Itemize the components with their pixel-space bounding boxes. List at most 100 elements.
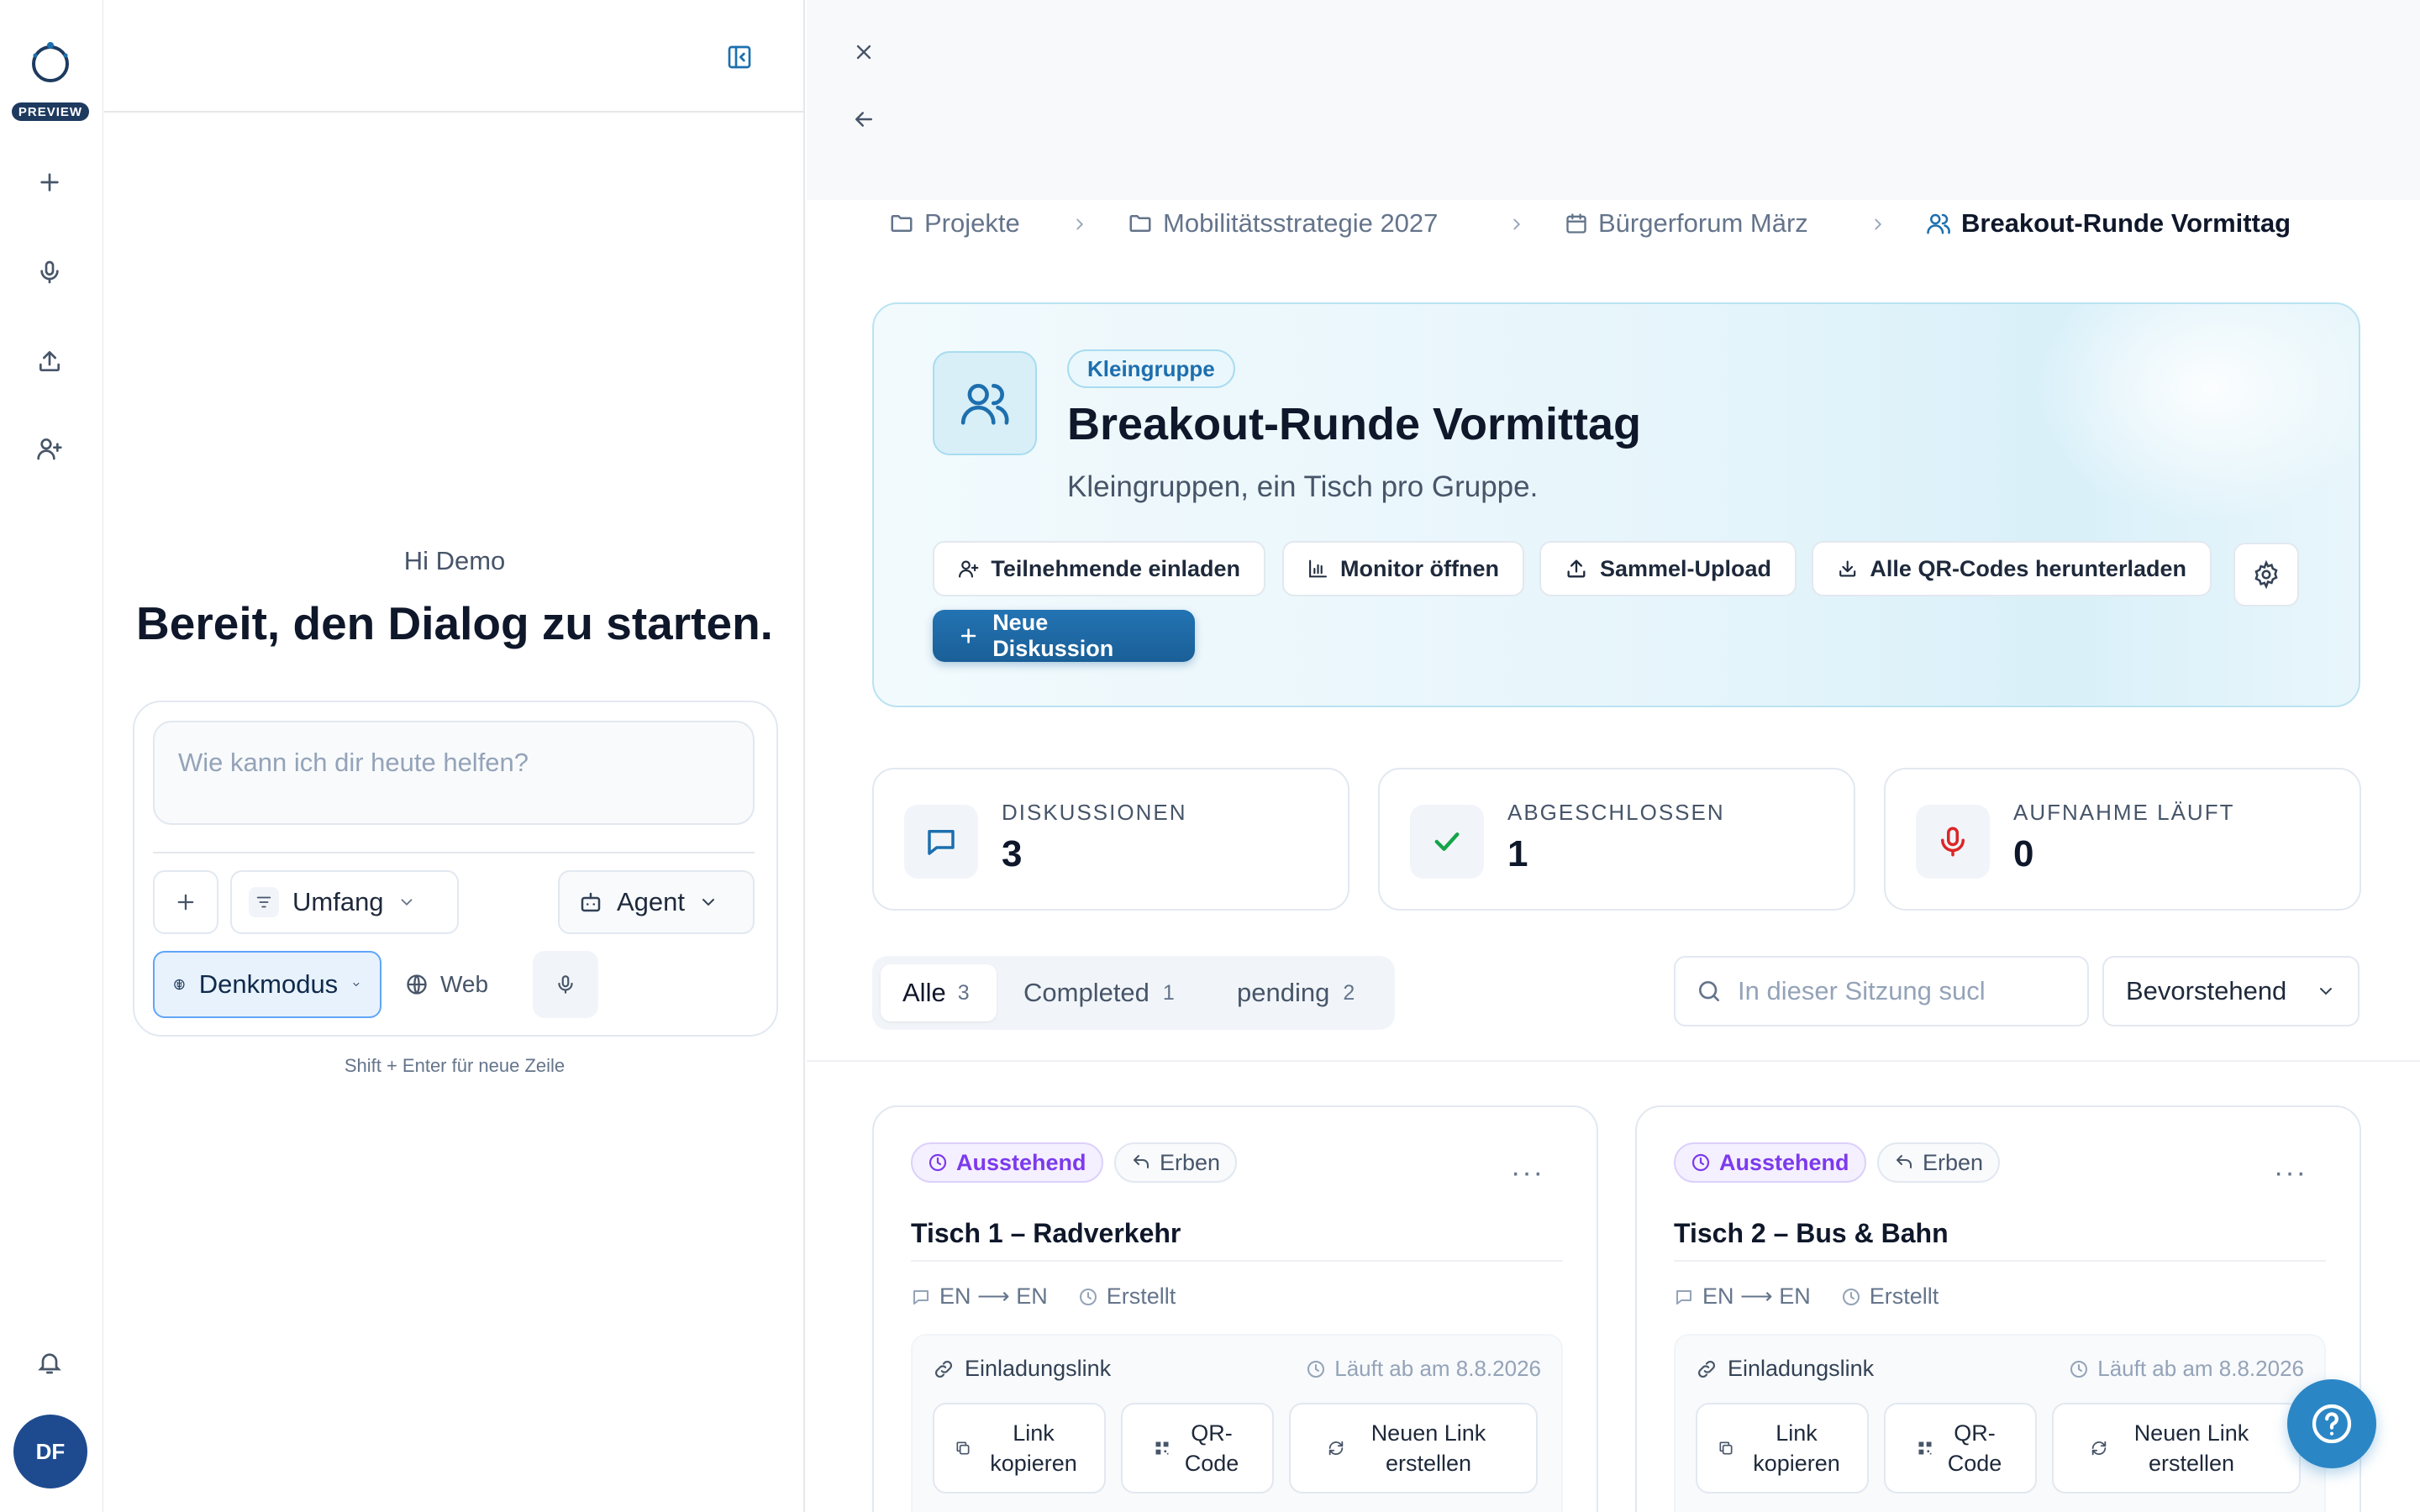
breadcrumb-item-event[interactable]: Bürgerforum März — [1565, 208, 1808, 239]
more-options-button[interactable]: ··· — [2267, 1154, 2314, 1191]
add-user-icon — [959, 560, 979, 578]
app-logo-icon[interactable] — [25, 37, 76, 87]
voice-button[interactable] — [26, 249, 73, 296]
invite-user-button[interactable] — [26, 425, 73, 472]
chat-input[interactable]: Wie kann ich dir heute helfen? — [153, 721, 755, 825]
tab-count: 3 — [957, 980, 970, 1005]
back-button[interactable] — [844, 99, 884, 139]
breadcrumb-label: Mobilitätsstrategie 2027 — [1163, 208, 1439, 238]
button-label: Link kopieren — [1753, 1420, 1840, 1476]
add-user-icon — [37, 438, 62, 460]
chevron-right-icon — [1507, 215, 1526, 234]
tab-completed[interactable]: Completed 1 — [1023, 964, 1175, 1021]
language-pair: EN ⟶ EN — [939, 1284, 1048, 1309]
status-label: Ausstehend — [956, 1149, 1086, 1175]
regenerate-link-button[interactable]: Neuen Link erstellen — [2052, 1403, 2301, 1494]
web-toggle[interactable]: Web — [397, 951, 506, 1018]
link-icon — [1698, 1360, 1715, 1378]
new-chat-button[interactable] — [26, 159, 73, 206]
qr-code-icon — [1155, 1441, 1169, 1455]
copy-link-button[interactable]: Link kopieren — [1696, 1403, 1869, 1494]
clock-icon — [2070, 1360, 2088, 1378]
tab-label: Completed — [1023, 978, 1150, 1007]
bulk-upload-button[interactable]: Sammel-Upload — [1539, 541, 1797, 596]
button-label: Neuen Link erstellen — [2133, 1420, 2249, 1476]
button-label: Sammel-Upload — [1599, 555, 1771, 581]
close-icon — [856, 45, 871, 60]
invite-link-label: Einladungslink — [965, 1356, 1112, 1381]
scope-label: Umfang — [292, 887, 384, 916]
upload-button[interactable] — [26, 338, 73, 385]
globe-icon — [407, 974, 427, 995]
qr-code-button[interactable]: QR-Code — [1121, 1403, 1274, 1494]
stat-value: 0 — [2013, 833, 2034, 874]
clock-icon — [1842, 1288, 1860, 1305]
status-badge: Ausstehend — [911, 1142, 1103, 1183]
copy-link-button[interactable]: Link kopieren — [933, 1403, 1106, 1494]
new-discussion-button[interactable]: Neue Diskussion — [933, 610, 1195, 662]
chat-headline: Bereit, den Dialog zu starten. — [136, 597, 773, 649]
settings-button[interactable] — [2233, 543, 2299, 606]
discussion-card[interactable]: Ausstehend Erben ··· Tisch 2 – Bus & Bah… — [1635, 1105, 2361, 1512]
collapse-panel-button[interactable] — [719, 37, 760, 77]
sort-select[interactable]: Bevorstehend — [2102, 956, 2360, 1026]
dictate-button[interactable] — [533, 951, 598, 1018]
discussion-card[interactable]: Ausstehend Erben ··· Tisch 1 – Radverkeh… — [872, 1105, 1598, 1512]
regenerate-link-button[interactable]: Neuen Link erstellen — [1289, 1403, 1538, 1494]
invite-participants-button[interactable]: Teilnehmende einladen — [933, 541, 1265, 596]
tab-label: Alle — [902, 978, 946, 1007]
chat-header-divider — [104, 111, 805, 113]
breadcrumb-item-projects[interactable]: Projekte — [889, 208, 1020, 239]
chat-icon — [1676, 1289, 1691, 1305]
avatar[interactable]: DF — [13, 1415, 87, 1488]
card-meta: EN ⟶ EN Erstellt — [911, 1284, 1176, 1310]
chevron-down-icon — [401, 899, 412, 906]
left-rail: PREVIEW DF — [0, 0, 103, 1512]
agent-label: Agent — [617, 887, 686, 916]
notifications-button[interactable] — [26, 1339, 73, 1386]
sort-label: Bevorstehend — [2126, 976, 2287, 1005]
refresh-icon — [1328, 1441, 1344, 1456]
chevron-right-icon — [1071, 215, 1089, 234]
calendar-icon — [1566, 213, 1586, 234]
qr-code-button[interactable]: QR-Code — [1884, 1403, 2037, 1494]
reply-icon — [1134, 1155, 1149, 1168]
expiry-label: Läuft ab am 8.8.2026 — [1334, 1356, 1541, 1381]
microphone-icon — [558, 975, 573, 994]
chat-panel: Hi Demo Bereit, den Dialog zu starten. W… — [104, 0, 810, 1512]
clock-icon — [1307, 1360, 1325, 1378]
refresh-icon — [2091, 1441, 2107, 1456]
stat-completed: ABGESCHLOSSEN 1 — [1378, 768, 1855, 911]
think-mode-toggle[interactable]: Denkmodus — [153, 951, 381, 1018]
composer-divider — [153, 852, 755, 853]
stat-recording: AUFNAHME LÄUFT 0 — [1884, 768, 2361, 911]
session-title: Breakout-Runde Vormittag — [1067, 399, 1642, 449]
inherit-badge: Erben — [1114, 1142, 1238, 1183]
download-qr-codes-button[interactable]: Alle QR-Codes herunterladen — [1812, 541, 2212, 596]
tab-pending[interactable]: pending 2 — [1237, 964, 1355, 1021]
button-label: Teilnehmende einladen — [991, 555, 1240, 581]
open-monitor-button[interactable]: Monitor öffnen — [1282, 541, 1524, 596]
search-input[interactable]: In dieser Sitzung sucl — [1674, 956, 2089, 1026]
more-options-button[interactable]: ··· — [1504, 1154, 1551, 1191]
tab-count: 2 — [1343, 980, 1355, 1005]
chevron-right-icon — [1869, 215, 1887, 234]
created-label: Erstellt — [1106, 1284, 1176, 1309]
breadcrumb-item-project[interactable]: Mobilitätsstrategie 2027 — [1128, 208, 1438, 239]
web-label: Web — [440, 971, 489, 997]
plus-icon — [960, 628, 976, 643]
scope-select[interactable]: Umfang — [230, 870, 459, 934]
group-icon — [933, 351, 1037, 455]
top-band — [807, 0, 2420, 200]
section-divider — [807, 1060, 2420, 1062]
close-button[interactable] — [844, 32, 884, 72]
help-button[interactable] — [2287, 1379, 2376, 1468]
card-title: Tisch 2 – Bus & Bahn — [1674, 1218, 1949, 1248]
tab-all[interactable]: Alle 3 — [881, 964, 997, 1021]
stat-value: 3 — [1002, 833, 1023, 874]
button-label: Neuen Link erstellen — [1370, 1420, 1486, 1476]
sidebar-collapse-icon — [728, 45, 751, 69]
agent-select[interactable]: Agent — [558, 870, 755, 934]
attach-button[interactable] — [153, 870, 218, 934]
composer: Wie kann ich dir heute helfen? Umfang Ag… — [133, 701, 778, 1037]
